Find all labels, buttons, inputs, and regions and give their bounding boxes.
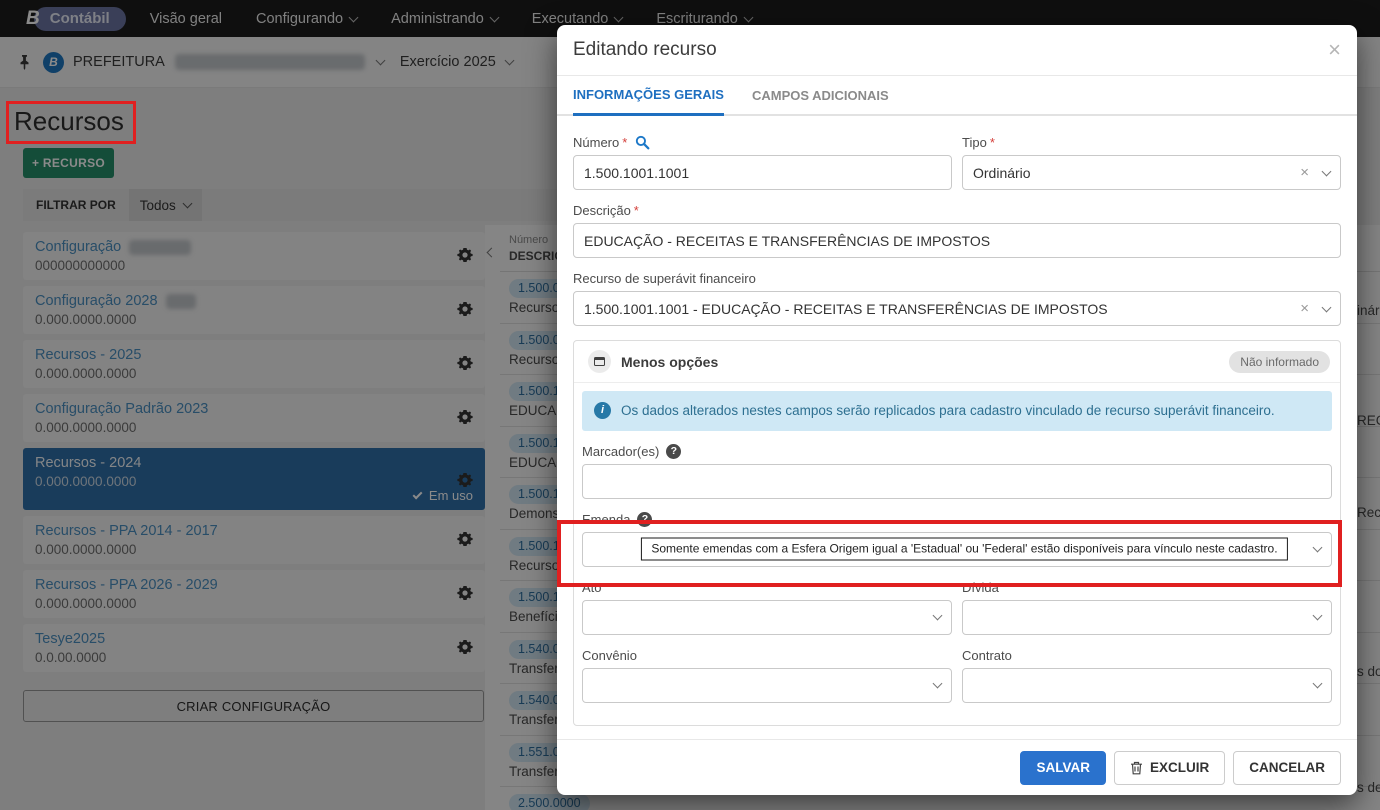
trash-icon xyxy=(1130,761,1143,775)
tab-informacoes-gerais[interactable]: INFORMAÇÕES GERAIS xyxy=(573,76,724,116)
options-title: Menos opções xyxy=(621,354,718,370)
info-text: Os dados alterados nestes campos serão r… xyxy=(621,401,1275,421)
contrato-select[interactable] xyxy=(962,668,1332,703)
save-button[interactable]: SALVAR xyxy=(1020,751,1106,785)
tab-campos-adicionais[interactable]: CAMPOS ADICIONAIS xyxy=(752,76,889,114)
superavit-select[interactable]: 1.500.1001.1001 - EDUCAÇÃO - RECEITAS E … xyxy=(573,291,1341,326)
descricao-label: Descrição* xyxy=(573,203,1341,218)
chevron-down-icon[interactable] xyxy=(933,679,943,689)
superavit-value: 1.500.1001.1001 - EDUCAÇÃO - RECEITAS E … xyxy=(584,301,1108,317)
chevron-down-icon[interactable] xyxy=(1313,543,1323,553)
divida-select[interactable] xyxy=(962,600,1332,635)
more-options-panel: Menos opções Não informado i Os dados al… xyxy=(573,340,1341,726)
modal-header: Editando recurso × xyxy=(557,25,1357,76)
modal-footer: SALVAR EXCLUIR CANCELAR xyxy=(557,739,1357,795)
info-icon: i xyxy=(594,402,611,419)
edit-resource-modal: Editando recurso × INFORMAÇÕES GERAIS CA… xyxy=(557,25,1357,795)
info-message: i Os dados alterados nestes campos serão… xyxy=(582,391,1332,431)
modal-body: Número* Tipo* Ordinário × xyxy=(557,116,1357,726)
numero-input[interactable] xyxy=(573,155,952,190)
divida-label: Dívida xyxy=(962,580,1332,595)
descricao-input[interactable] xyxy=(573,223,1341,258)
clear-icon[interactable]: × xyxy=(1300,300,1309,317)
superavit-label: Recurso de superávit financeiro xyxy=(573,271,1341,286)
help-icon[interactable]: ? xyxy=(637,512,652,527)
chevron-down-icon[interactable] xyxy=(933,611,943,621)
chevron-down-icon[interactable] xyxy=(1313,679,1323,689)
marcadores-label: Marcador(es) ? xyxy=(582,444,1332,459)
options-body: i Os dados alterados nestes campos serão… xyxy=(574,383,1340,725)
tipo-value: Ordinário xyxy=(973,165,1031,181)
clear-icon[interactable]: × xyxy=(1300,164,1309,181)
chevron-down-icon[interactable] xyxy=(1322,302,1332,312)
status-badge: Não informado xyxy=(1229,351,1330,373)
contrato-label: Contrato xyxy=(962,648,1332,663)
convenio-label: Convênio xyxy=(582,648,952,663)
search-icon[interactable] xyxy=(635,135,650,150)
emenda-label: Emenda ? xyxy=(582,512,1332,527)
modal-tabs: INFORMAÇÕES GERAIS CAMPOS ADICIONAIS xyxy=(557,76,1357,116)
ato-label: Ato xyxy=(582,580,952,595)
marcadores-input[interactable] xyxy=(582,464,1332,499)
cancel-button[interactable]: CANCELAR xyxy=(1233,751,1341,785)
options-icon xyxy=(588,350,611,373)
emenda-tooltip: Somente emendas com a Esfera Origem igua… xyxy=(641,538,1287,561)
chevron-down-icon[interactable] xyxy=(1313,611,1323,621)
help-icon[interactable]: ? xyxy=(666,444,681,459)
tipo-select[interactable]: Ordinário × xyxy=(962,155,1341,190)
chevron-down-icon[interactable] xyxy=(1322,166,1332,176)
close-icon[interactable]: × xyxy=(1328,39,1341,61)
convenio-select[interactable] xyxy=(582,668,952,703)
emenda-select[interactable]: Somente emendas com a Esfera Origem igua… xyxy=(582,532,1332,567)
options-toggle[interactable]: Menos opções Não informado xyxy=(574,341,1340,383)
modal-title: Editando recurso xyxy=(573,39,717,61)
numero-label: Número* xyxy=(573,135,952,150)
delete-button[interactable]: EXCLUIR xyxy=(1114,751,1225,785)
ato-select[interactable] xyxy=(582,600,952,635)
screen: B Contábil Visão geral Configurando Admi… xyxy=(0,0,1380,810)
tipo-label: Tipo* xyxy=(962,135,1341,150)
